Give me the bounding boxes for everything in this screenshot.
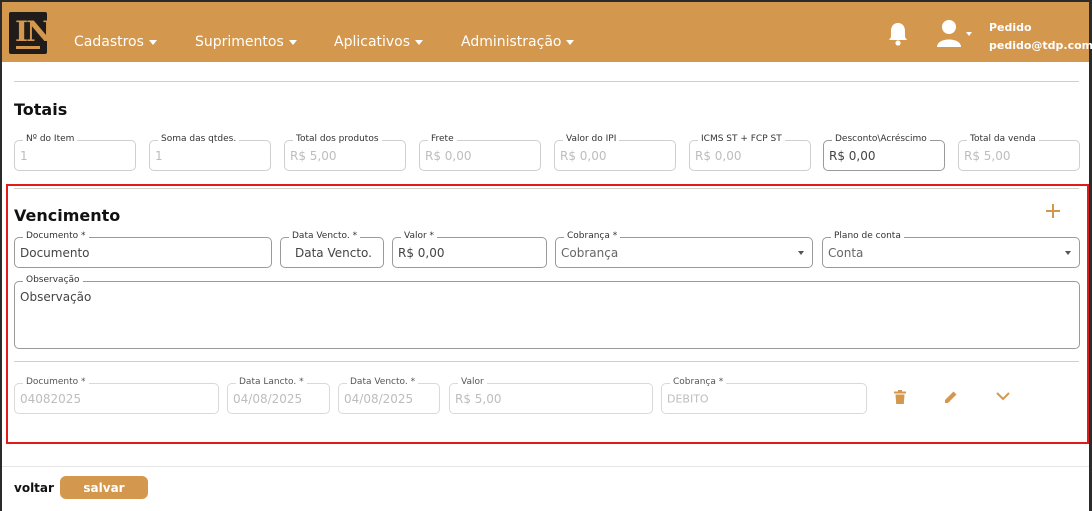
logo-underline — [16, 46, 40, 49]
cobranca-label: Cobrança * — [564, 231, 621, 241]
item-number-field[interactable]: Nº do Item 1 — [14, 134, 136, 171]
user-name: Pedido — [989, 21, 1032, 34]
row-cobranca-field[interactable]: Cobrança * DEBITO — [661, 377, 867, 414]
sum-qty-label: Soma das qtdes. — [158, 134, 240, 144]
dropdown-arrow-icon — [1065, 250, 1071, 255]
row-documento-value: 04082025 — [20, 391, 82, 406]
total-sale-field[interactable]: Total da venda R$ 5,00 — [958, 134, 1080, 171]
salvar-button[interactable]: salvar — [60, 476, 148, 499]
total-products-field[interactable]: Total dos produtos R$ 5,00 — [284, 134, 406, 171]
row-divider — [14, 361, 1079, 362]
icms-field[interactable]: ICMS ST + FCP ST R$ 0,00 — [689, 134, 811, 171]
data-vencto-placeholder: Data Vencto. — [295, 245, 372, 260]
user-avatar-icon[interactable] — [937, 19, 977, 49]
documento-label: Documento * — [23, 231, 89, 241]
icms-value: R$ 0,00 — [695, 148, 742, 163]
plano-conta-select[interactable]: Plano de conta Conta — [822, 231, 1080, 268]
documento-placeholder: Documento — [20, 245, 90, 260]
section-divider — [14, 81, 1079, 82]
nav-administracao-label: Administração — [461, 34, 562, 50]
chevron-down-icon[interactable] — [996, 392, 1010, 401]
sum-qty-field[interactable]: Soma das qtdes. 1 — [149, 134, 271, 171]
sum-qty-value: 1 — [155, 148, 163, 163]
row-data-vencto-value: 04/08/2025 — [344, 391, 414, 406]
notification-bell-icon[interactable] — [887, 21, 909, 47]
nav-aplicativos-label: Aplicativos — [334, 34, 411, 50]
vencimento-title: Vencimento — [14, 206, 121, 225]
row-data-lancto-field[interactable]: Data Lancto. * 04/08/2025 — [227, 377, 330, 414]
total-products-value: R$ 5,00 — [290, 148, 337, 163]
item-number-value: 1 — [20, 148, 28, 163]
nav-cadastros[interactable]: Cadastros — [74, 34, 157, 50]
observacao-placeholder: Observação — [20, 290, 92, 304]
logo-text: IN — [15, 15, 52, 48]
freight-label: Frete — [428, 134, 457, 144]
cobranca-select[interactable]: Cobrança * Cobrança — [555, 231, 813, 268]
plano-conta-placeholder: Conta — [828, 245, 864, 260]
valor-input[interactable]: Valor * R$ 0,00 — [392, 231, 547, 268]
item-number-label: Nº do Item — [23, 134, 78, 144]
row-data-lancto-label: Data Lancto. * — [236, 377, 307, 387]
discount-value: R$ 0,00 — [829, 148, 876, 163]
data-vencto-label: Data Vencto. * — [289, 231, 361, 241]
row-data-vencto-field[interactable]: Data Vencto. * 04/08/2025 — [338, 377, 440, 414]
row-cobranca-label: Cobrança * — [670, 377, 727, 387]
voltar-button[interactable]: voltar — [14, 481, 54, 495]
nav-aplicativos[interactable]: Aplicativos — [334, 34, 424, 50]
data-vencto-input[interactable]: Data Vencto. * Data Vencto. — [280, 231, 384, 268]
nav-suprimentos[interactable]: Suprimentos — [195, 34, 297, 50]
row-documento-field[interactable]: Documento * 04082025 — [14, 377, 219, 414]
row-data-lancto-value: 04/08/2025 — [233, 391, 303, 406]
dropdown-arrow-icon — [798, 250, 804, 255]
chevron-down-icon — [288, 39, 297, 45]
nav-suprimentos-label: Suprimentos — [195, 34, 284, 50]
row-valor-field[interactable]: Valor R$ 5,00 — [449, 377, 653, 414]
chevron-down-icon — [566, 39, 575, 45]
observacao-label: Observação — [23, 275, 83, 285]
row-valor-label: Valor — [458, 377, 487, 387]
pencil-edit-icon[interactable] — [944, 390, 958, 404]
observacao-textarea[interactable]: Observação Observação — [14, 275, 1080, 349]
total-sale-label: Total da venda — [967, 134, 1039, 144]
ipi-field[interactable]: Valor do IPI R$ 0,00 — [554, 134, 676, 171]
discount-label: Desconto\Acréscimo — [832, 134, 930, 144]
add-icon[interactable] — [1045, 203, 1061, 219]
total-products-label: Total dos produtos — [293, 134, 382, 144]
documento-input[interactable]: Documento * Documento — [14, 231, 272, 268]
plano-conta-label: Plano de conta — [831, 231, 904, 241]
total-sale-value: R$ 5,00 — [964, 148, 1011, 163]
valor-label: Valor * — [401, 231, 438, 241]
freight-field[interactable]: Frete R$ 0,00 — [419, 134, 541, 171]
row-data-vencto-label: Data Vencto. * — [347, 377, 419, 387]
totais-title: Totais — [14, 100, 68, 119]
valor-value: R$ 0,00 — [398, 245, 445, 260]
chevron-down-icon — [415, 39, 424, 45]
ipi-label: Valor do IPI — [563, 134, 620, 144]
section-divider — [14, 188, 1079, 189]
footer-divider — [2, 466, 1089, 467]
top-navbar: IN Cadastros Suprimentos Aplicativos Adm… — [2, 0, 1092, 62]
app-logo[interactable]: IN — [9, 12, 52, 54]
discount-field[interactable]: Desconto\Acréscimo R$ 0,00 — [823, 134, 945, 171]
row-cobranca-value: DEBITO — [667, 392, 709, 405]
nav-cadastros-label: Cadastros — [74, 34, 144, 50]
ipi-value: R$ 0,00 — [560, 148, 607, 163]
row-documento-label: Documento * — [23, 377, 89, 387]
chevron-down-icon — [148, 39, 157, 45]
user-email: pedido@tdp.com.br — [989, 39, 1092, 52]
cobranca-placeholder: Cobrança — [561, 245, 619, 260]
freight-value: R$ 0,00 — [425, 148, 472, 163]
trash-icon[interactable] — [894, 390, 906, 404]
nav-administracao[interactable]: Administração — [461, 34, 575, 50]
icms-label: ICMS ST + FCP ST — [698, 134, 785, 144]
row-valor-value: R$ 5,00 — [455, 391, 502, 406]
